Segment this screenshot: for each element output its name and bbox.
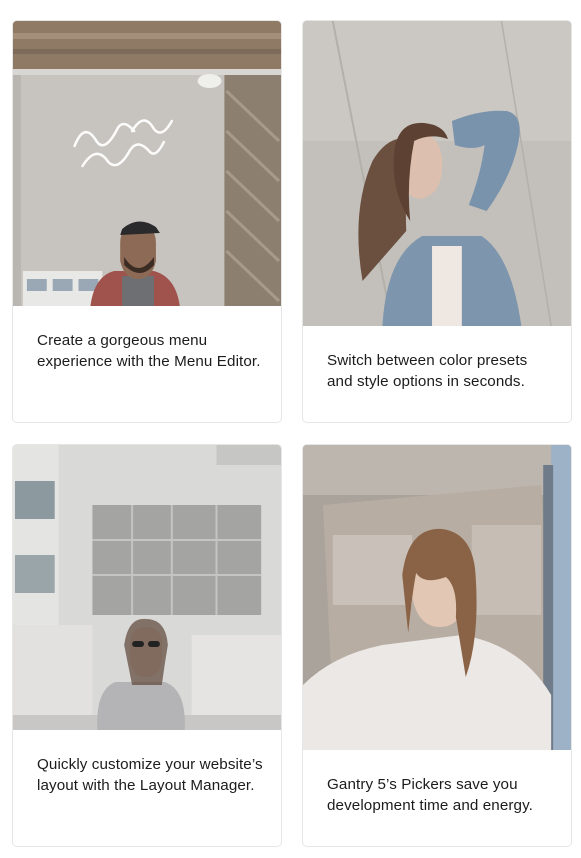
feature-card-layout-manager[interactable]: Quickly customize your website’s layout … — [12, 444, 282, 847]
card-image-car-window — [303, 445, 571, 750]
feature-card-color-presets[interactable]: Switch between color presets and style o… — [302, 20, 572, 423]
card-caption: Create a gorgeous menu experience with t… — [37, 332, 261, 370]
card-image-denim-jacket — [303, 21, 571, 326]
card-image-coffee-shop — [13, 21, 281, 306]
feature-card-menu-editor[interactable]: Create a gorgeous menu experience with t… — [12, 20, 282, 423]
card-caption: Switch between color presets and style o… — [327, 352, 528, 390]
feature-card-pickers[interactable]: Gantry 5’s Pickers save you development … — [302, 444, 572, 847]
card-caption: Gantry 5’s Pickers save you development … — [327, 776, 533, 814]
card-caption: Quickly customize your website’s layout … — [37, 756, 263, 794]
card-image-sunglasses — [13, 445, 281, 730]
